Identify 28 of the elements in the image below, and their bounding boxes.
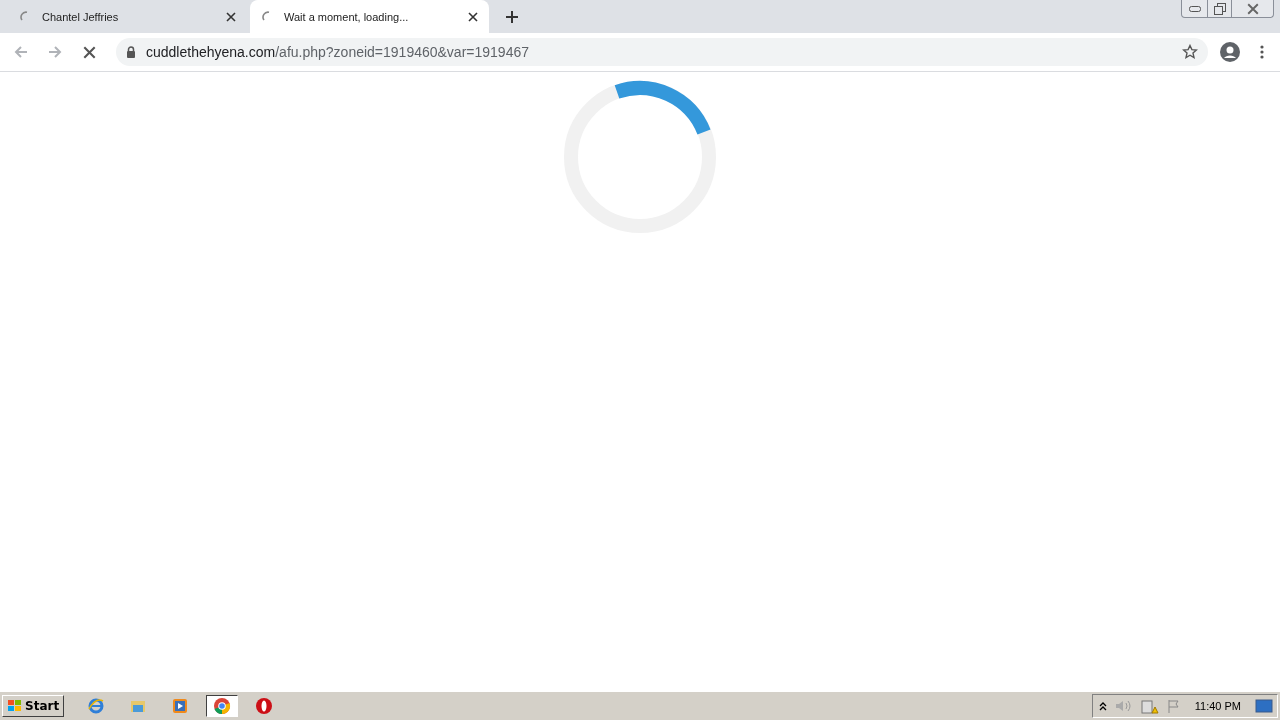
opera-icon — [255, 697, 274, 715]
loading-spinner-icon — [563, 80, 717, 234]
back-arrow-icon — [13, 44, 29, 60]
address-field[interactable]: cuddlethehyena.com/afu.php?zoneid=1919460&var=1919467 — [116, 38, 1208, 66]
minimize-icon — [1188, 5, 1201, 12]
tab-title: Chantel Jeffries — [42, 10, 120, 23]
close-icon — [82, 45, 96, 59]
windows-logo-icon — [7, 699, 23, 713]
url-text: cuddlethehyena.com/afu.php?zoneid=1919460&var=1919467 — [146, 44, 530, 60]
tab-title: Wait a moment, loading... — [284, 10, 410, 23]
close-icon — [1246, 2, 1259, 15]
plus-icon — [505, 9, 519, 24]
browser-e-icon — [87, 697, 106, 715]
close-icon — [468, 11, 478, 22]
browser-tab[interactable]: Wait a moment, loading... — [250, 0, 489, 33]
chevron-up-icon[interactable] — [1098, 701, 1107, 711]
start-button[interactable]: Start — [2, 695, 65, 717]
bookmark-star-icon[interactable] — [1182, 44, 1198, 60]
lock-icon — [126, 46, 136, 58]
chrome-icon — [213, 697, 232, 715]
browser-tab[interactable]: Chantel Jeffries — [8, 0, 247, 33]
person-icon — [1220, 42, 1240, 62]
clock[interactable]: 11:40 PM — [1194, 700, 1241, 712]
menu-icon — [1260, 45, 1264, 59]
forward-arrow-icon — [47, 44, 63, 60]
taskbar-app-button[interactable] — [206, 695, 239, 717]
play-icon — [171, 697, 190, 715]
close-icon — [226, 11, 236, 22]
